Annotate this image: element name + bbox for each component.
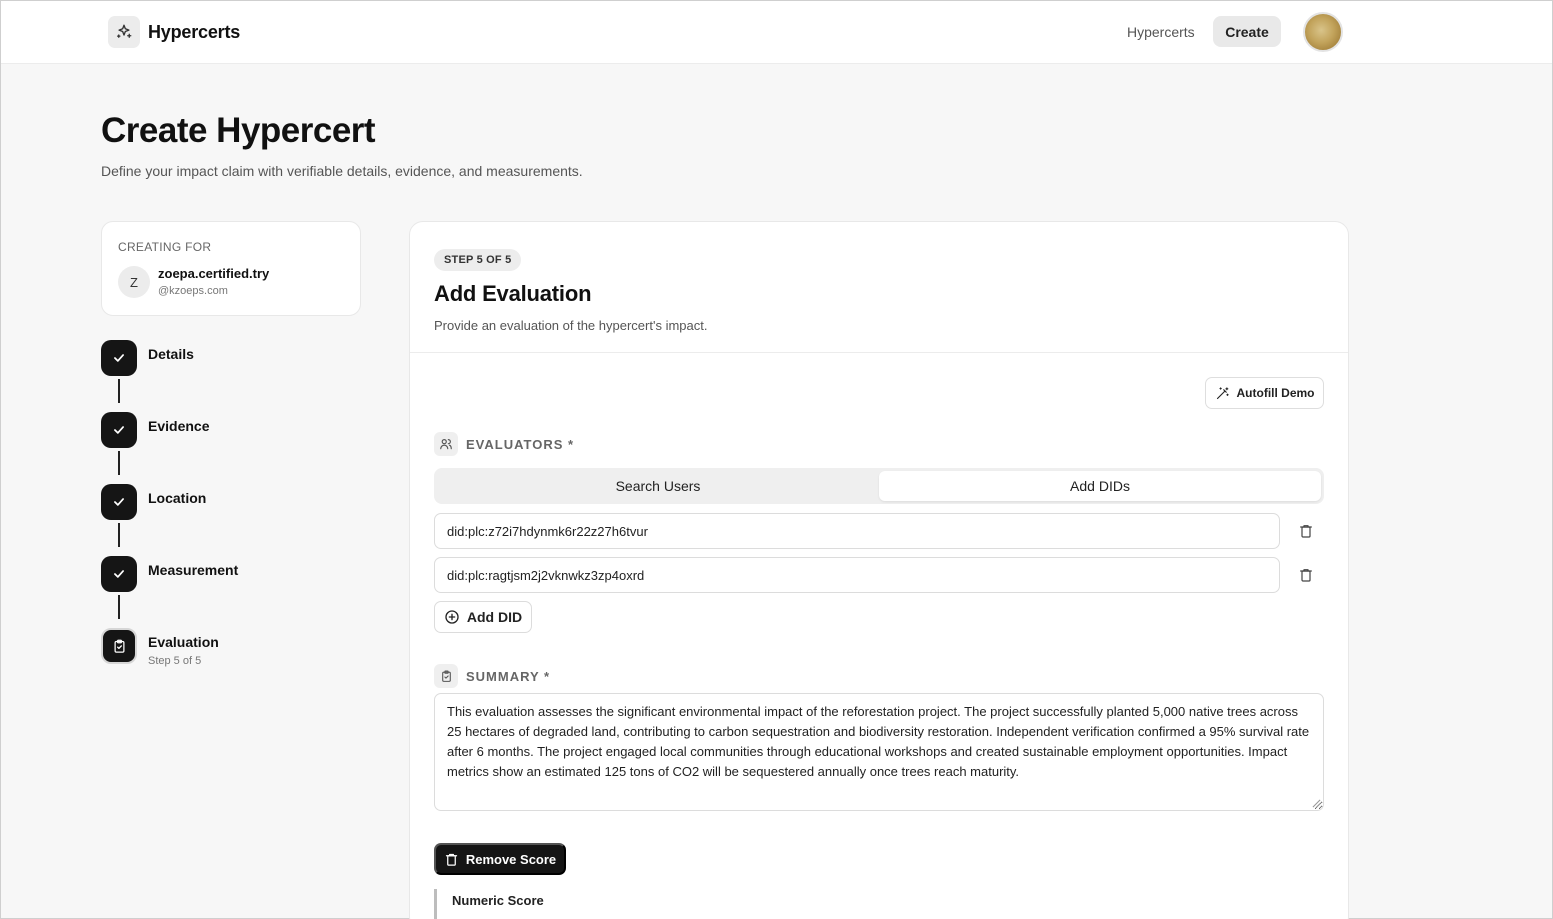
- account-avatar: Z: [118, 266, 150, 298]
- magic-wand-icon: [1216, 386, 1229, 399]
- resize-handle-icon[interactable]: [1312, 799, 1321, 808]
- divider: [410, 352, 1348, 353]
- numeric-score-label: Numeric Score: [452, 893, 544, 908]
- evaluators-title: EVALUATORS *: [466, 436, 575, 452]
- summary-title: SUMMARY *: [466, 668, 551, 684]
- nav-link-hypercerts[interactable]: Hypercerts: [1127, 24, 1195, 40]
- did-input-1[interactable]: [434, 513, 1280, 549]
- step-connector: [118, 523, 120, 547]
- step-evaluation[interactable]: Evaluation Step 5 of 5: [101, 628, 219, 667]
- user-avatar[interactable]: [1303, 12, 1343, 52]
- add-did-label: Add DID: [466, 609, 523, 625]
- trash-icon[interactable]: [1294, 519, 1318, 543]
- clipboard-check-icon: [101, 628, 137, 664]
- page-subtitle: Define your impact claim with verifiable…: [101, 163, 583, 179]
- step-progress-text: Step 5 of 5: [148, 655, 202, 667]
- step-label: Details: [148, 346, 194, 362]
- step-location[interactable]: Location: [101, 484, 206, 520]
- did-input-2[interactable]: [434, 557, 1280, 593]
- evaluation-form-card: STEP 5 OF 5 Add Evaluation Provide an ev…: [409, 221, 1349, 919]
- score-section-indicator: [434, 889, 437, 919]
- summary-section-header: SUMMARY *: [434, 664, 550, 688]
- check-icon: [101, 412, 137, 448]
- step-details[interactable]: Details: [101, 340, 194, 376]
- step-connector: [118, 379, 120, 403]
- autofill-demo-button[interactable]: Autofill Demo: [1205, 377, 1324, 409]
- step-connector: [118, 451, 120, 475]
- plus-circle-icon: [445, 610, 459, 624]
- step-label: Evidence: [148, 418, 210, 434]
- step-label: Evaluation: [148, 634, 219, 650]
- creating-for-label: CREATING FOR: [118, 240, 212, 254]
- form-title: Add Evaluation: [434, 281, 592, 306]
- users-icon: [434, 432, 458, 456]
- check-icon: [101, 556, 137, 592]
- form-subtitle: Provide an evaluation of the hypercert's…: [434, 318, 708, 333]
- check-icon: [101, 340, 137, 376]
- autofill-label: Autofill Demo: [1236, 386, 1315, 400]
- remove-score-label: Remove Score: [465, 851, 557, 867]
- evaluator-mode-tabs: Search Users Add DIDs: [434, 468, 1324, 504]
- summary-textarea[interactable]: This evaluation assesses the significant…: [434, 693, 1324, 811]
- step-label: Measurement: [148, 562, 239, 578]
- account-name: zoepa.certified.try: [158, 266, 270, 281]
- step-label: Location: [148, 490, 207, 506]
- step-connector: [118, 595, 120, 619]
- clipboard-check-icon: [434, 664, 458, 688]
- trash-icon[interactable]: [1294, 563, 1318, 587]
- step-measurement[interactable]: Measurement: [101, 556, 238, 592]
- tab-search-users[interactable]: Search Users: [437, 471, 879, 501]
- sparkles-icon: [108, 16, 140, 48]
- step-badge: STEP 5 OF 5: [434, 249, 522, 271]
- account-handle: @kzoeps.com: [158, 285, 228, 297]
- check-icon: [101, 484, 137, 520]
- remove-score-button[interactable]: Remove Score: [434, 843, 566, 875]
- nav-create-button[interactable]: Create: [1213, 16, 1281, 47]
- tab-add-dids[interactable]: Add DIDs: [879, 471, 1321, 501]
- step-evidence[interactable]: Evidence: [101, 412, 209, 448]
- creating-for-card: CREATING FOR Z zoepa.certified.try @kzoe…: [101, 221, 361, 316]
- trash-icon: [445, 853, 457, 866]
- top-navbar: Hypercerts Hypercerts Create: [1, 1, 1552, 64]
- brand-name: Hypercerts: [148, 21, 241, 42]
- brand-logo-link[interactable]: Hypercerts: [108, 16, 240, 48]
- page-title: Create Hypercert: [101, 111, 376, 150]
- evaluators-section-header: EVALUATORS *: [434, 432, 574, 456]
- add-did-button[interactable]: Add DID: [434, 601, 532, 633]
